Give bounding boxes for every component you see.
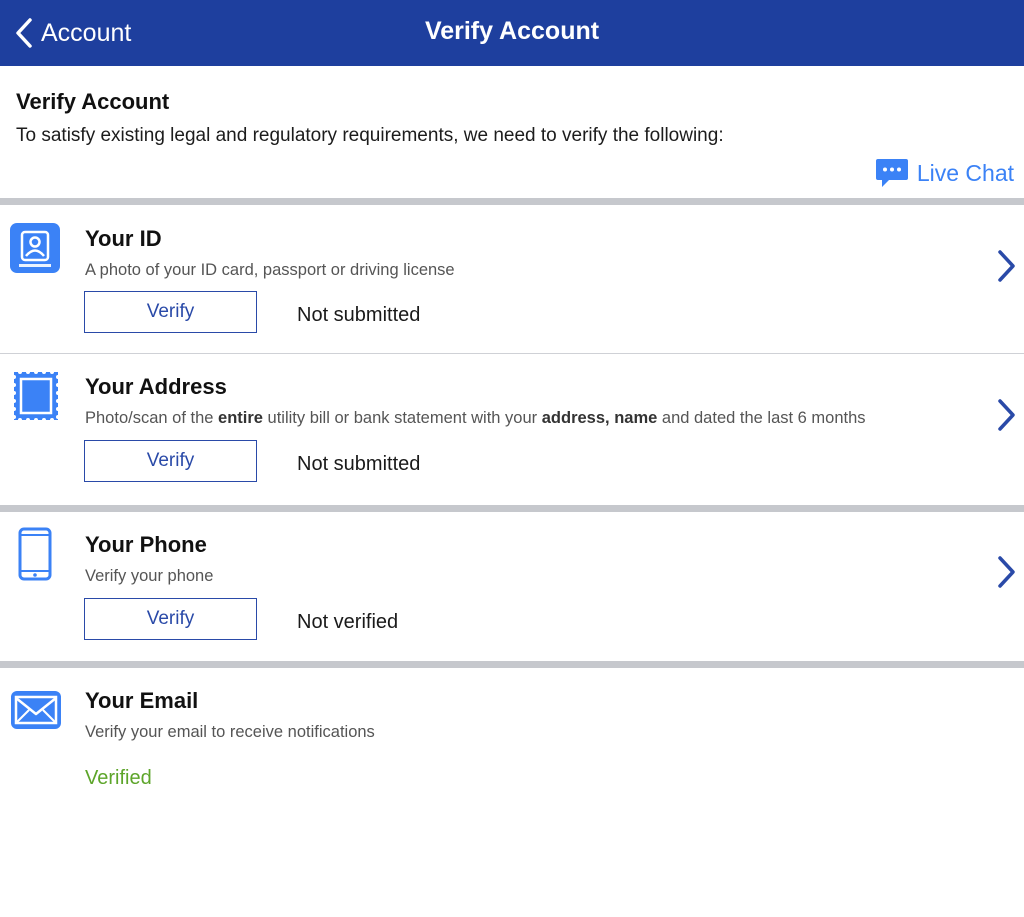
section-divider	[0, 198, 1024, 205]
verify-email-section: Your Email Verify your email to receive …	[0, 668, 1024, 917]
page-title: Verify Account	[16, 89, 170, 114]
section-description: Verify your email to receive notificatio…	[85, 723, 375, 741]
verify-phone-section[interactable]: Your Phone Verify your phone Verify Not …	[0, 512, 1024, 661]
status-text: Not verified	[297, 611, 399, 633]
stamp-document-icon	[12, 370, 60, 422]
nav-title: Verify Account	[424, 17, 600, 45]
section-title: Your Email	[85, 688, 199, 713]
verify-id-button[interactable]: Verify	[84, 291, 257, 333]
chat-bubble-icon	[875, 159, 908, 187]
phone-icon	[18, 527, 52, 581]
verify-address-section[interactable]: Your Address Photo/scan of the entire ut…	[0, 354, 1024, 505]
verify-address-button[interactable]: Verify	[84, 440, 257, 482]
status-verified: Verified	[85, 767, 152, 789]
chevron-right-icon[interactable]	[996, 249, 1016, 283]
page-description: To satisfy existing legal and regulatory…	[16, 125, 724, 146]
verify-id-section[interactable]: Your ID A photo of your ID card, passpor…	[0, 205, 1024, 353]
nav-bar: Account Verify Account	[0, 0, 1024, 66]
section-divider	[0, 661, 1024, 668]
status-text: Not submitted	[297, 453, 421, 475]
section-title: Your ID	[85, 226, 162, 251]
section-description: A photo of your ID card, passport or dri…	[85, 261, 455, 279]
chevron-right-icon[interactable]	[996, 555, 1016, 589]
status-text: Not submitted	[297, 304, 421, 326]
live-chat-button[interactable]: Live Chat	[875, 158, 1014, 188]
envelope-icon	[11, 691, 61, 729]
id-card-icon	[10, 223, 60, 273]
chevron-right-icon[interactable]	[996, 398, 1016, 432]
section-divider	[0, 505, 1024, 512]
live-chat-label: Live Chat	[916, 159, 1014, 186]
section-title: Your Phone	[85, 532, 207, 557]
section-description: Photo/scan of the entire utility bill or…	[85, 409, 866, 427]
section-description: Verify your phone	[85, 567, 214, 585]
verify-phone-button[interactable]: Verify	[84, 598, 257, 640]
section-title: Your Address	[85, 374, 227, 399]
